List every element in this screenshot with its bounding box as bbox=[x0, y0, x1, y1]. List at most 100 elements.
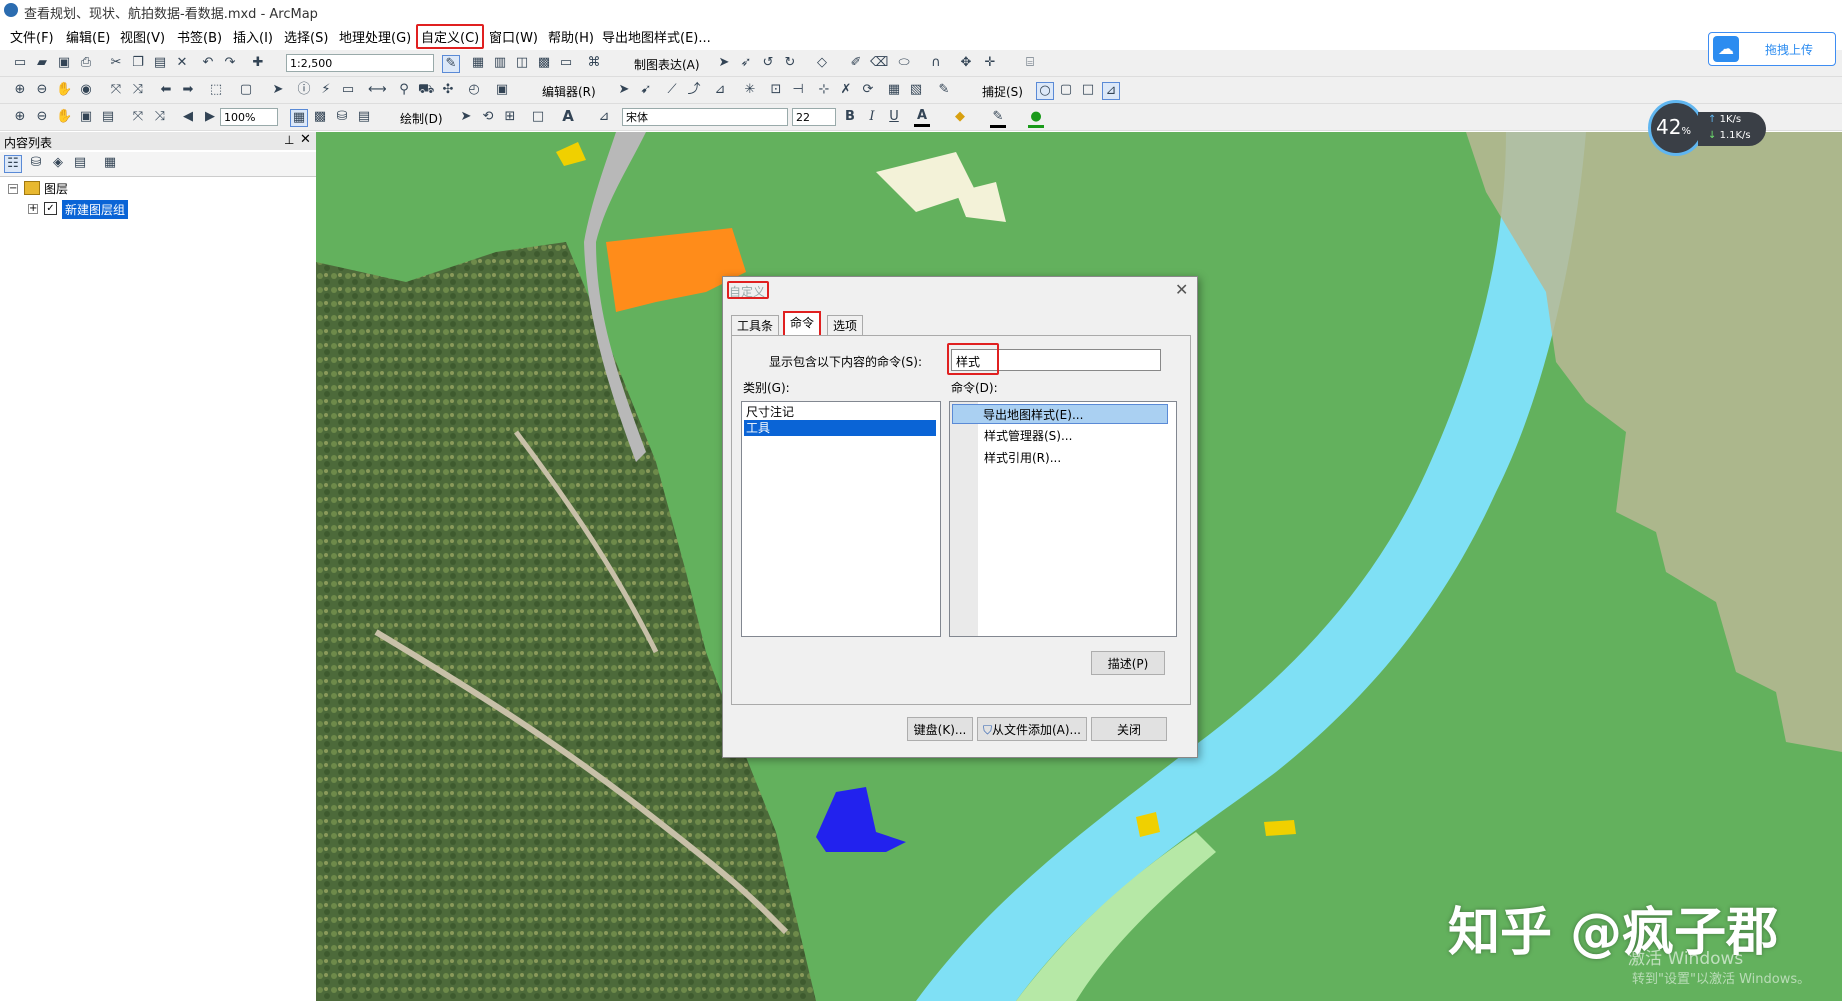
keyboard-button[interactable]: 键盘(K)... bbox=[907, 717, 973, 741]
print-icon[interactable]: ⎙ bbox=[78, 55, 94, 71]
menu-file[interactable]: 文件(F) bbox=[10, 27, 54, 46]
menu-insert[interactable]: 插入(I) bbox=[233, 27, 273, 46]
pin-icon[interactable]: ⊥ bbox=[284, 133, 294, 147]
move-representation-icon[interactable]: ✥ bbox=[958, 55, 974, 71]
list-by-selection-icon[interactable]: ▤ bbox=[72, 155, 88, 171]
describe-button[interactable]: 描述(P) bbox=[1091, 651, 1165, 675]
time-slider-icon[interactable]: ◴ bbox=[466, 82, 482, 98]
toc-group-label[interactable]: 新建图层组 bbox=[62, 200, 129, 219]
save-icon[interactable]: ▣ bbox=[56, 55, 72, 71]
toc-window-icon[interactable]: ▦ bbox=[470, 55, 486, 71]
menu-customize[interactable]: 自定义(C) bbox=[416, 24, 485, 49]
command-item[interactable]: 样式引用(R)... bbox=[982, 450, 1061, 466]
html-popup-icon[interactable]: ▭ bbox=[340, 82, 356, 98]
commands-list[interactable]: 导出地图样式(E)... 样式管理器(S)... 样式引用(R)... bbox=[949, 401, 1177, 637]
data-driven-pages-icon[interactable]: ▤ bbox=[356, 109, 372, 125]
font-combo[interactable]: 宋体 bbox=[622, 108, 788, 126]
menu-export-map-styles[interactable]: 导出地图样式(E)... bbox=[602, 27, 711, 46]
menu-help[interactable]: 帮助(H) bbox=[548, 27, 594, 46]
select-features-icon[interactable]: ⬚ bbox=[208, 82, 224, 98]
category-item[interactable]: 尺寸注记 bbox=[744, 404, 936, 420]
open-folder-icon[interactable]: ▰ bbox=[34, 55, 50, 71]
layer-visibility-checkbox[interactable]: ✓ bbox=[44, 202, 57, 215]
fill-color-icon[interactable]: ◆ bbox=[952, 109, 968, 125]
toc-close-icon[interactable]: ✕ bbox=[300, 132, 311, 147]
marker-color-icon[interactable]: ● bbox=[1028, 109, 1044, 128]
command-item-selected[interactable]: 导出地图样式(E)... bbox=[952, 404, 1168, 424]
edit-vertices-draw-icon[interactable]: ⊿ bbox=[596, 109, 612, 125]
category-item-selected[interactable]: 工具 bbox=[744, 420, 936, 436]
text-tool-icon[interactable]: A bbox=[560, 108, 576, 124]
draw-select-icon[interactable]: ➤ bbox=[458, 109, 474, 125]
viewer-window-icon[interactable]: ▣ bbox=[494, 82, 510, 98]
cut-icon[interactable]: ✂ bbox=[108, 55, 124, 71]
python-window-icon[interactable]: ▭ bbox=[558, 55, 574, 71]
layout-zoom-in-icon[interactable]: ⊕ bbox=[12, 109, 28, 125]
layout-fixed-in-icon[interactable]: ⤧ bbox=[130, 109, 146, 125]
toc-root-label[interactable]: 图层 bbox=[44, 180, 68, 197]
point-snap-icon[interactable]: ○ bbox=[1036, 82, 1054, 100]
new-document-icon[interactable]: ▭ bbox=[12, 55, 28, 71]
focus-data-frame-icon[interactable]: ▩ bbox=[312, 109, 328, 125]
back-extent-icon[interactable]: ⬅ bbox=[158, 82, 174, 98]
endpoint-arc-icon[interactable]: ⤴ bbox=[686, 82, 702, 98]
add-data-icon[interactable]: ✚ bbox=[250, 55, 266, 71]
tab-options[interactable]: 选项 bbox=[827, 315, 864, 336]
layout-forward-icon[interactable]: ▶ bbox=[202, 109, 218, 125]
line-color-icon[interactable]: ✎ bbox=[990, 109, 1006, 128]
cut-polygon-icon[interactable]: ⊹ bbox=[816, 82, 832, 98]
forward-extent-icon[interactable]: ➡ bbox=[180, 82, 196, 98]
rotate-element-icon[interactable]: ⟲ bbox=[480, 109, 496, 125]
measure-icon[interactable]: ⟷ bbox=[368, 82, 387, 98]
edit-vertices-icon[interactable]: ◇ bbox=[814, 55, 830, 71]
hyperlink-icon[interactable]: ⚡ bbox=[318, 82, 334, 98]
rotate-edit-icon[interactable]: ⟳ bbox=[860, 82, 876, 98]
font-color-icon[interactable]: A bbox=[914, 108, 930, 127]
tab-toolbars[interactable]: 工具条 bbox=[731, 315, 780, 336]
layout-zoom-out-icon[interactable]: ⊖ bbox=[34, 109, 50, 125]
goto-xy-icon[interactable]: ✣ bbox=[440, 82, 456, 98]
snapping-toolbar-label[interactable]: 捕捉(S) bbox=[982, 83, 1023, 100]
identify-icon[interactable]: ⓘ bbox=[296, 82, 312, 98]
undo-icon[interactable]: ↶ bbox=[200, 55, 216, 71]
menu-selection[interactable]: 选择(S) bbox=[284, 27, 328, 46]
lasso-icon[interactable]: ↺ bbox=[760, 55, 776, 71]
search-window-icon[interactable]: ◫ bbox=[514, 55, 530, 71]
sketch-properties-icon[interactable]: ▧ bbox=[908, 82, 924, 98]
copy-icon[interactable]: ❐ bbox=[130, 55, 146, 71]
font-size-combo[interactable]: 22 bbox=[792, 108, 836, 126]
zoom-whole-page-icon[interactable]: ▣ bbox=[78, 109, 94, 125]
toggle-draft-icon[interactable]: ▦ bbox=[290, 109, 308, 127]
end-snap-icon[interactable]: ▢ bbox=[1058, 82, 1074, 98]
fixed-zoom-in-icon[interactable]: ⤧ bbox=[108, 82, 124, 98]
close-button[interactable]: 关闭 bbox=[1091, 717, 1167, 741]
zoom-to-element-icon[interactable]: ⊞ bbox=[502, 109, 518, 125]
menu-edit[interactable]: 编辑(E) bbox=[66, 27, 110, 46]
curve-icon[interactable]: ∩ bbox=[928, 55, 944, 71]
expand-root-icon[interactable]: − bbox=[8, 184, 18, 194]
dialog-close-icon[interactable]: ✕ bbox=[1175, 280, 1188, 299]
rectangle-icon[interactable]: □ bbox=[530, 109, 546, 125]
select-tool-icon[interactable]: ➶ bbox=[738, 55, 754, 71]
straight-segment-icon[interactable]: ⟋ bbox=[664, 82, 680, 98]
toc-options-icon[interactable]: ▦ bbox=[102, 155, 118, 171]
clear-selection-icon[interactable]: ▢ bbox=[238, 82, 254, 98]
underline-button[interactable]: U bbox=[886, 109, 902, 125]
zoom-percent-combo[interactable]: 100% bbox=[220, 108, 278, 126]
bold-button[interactable]: B bbox=[842, 109, 858, 125]
reshape-feature-icon[interactable]: ⊣ bbox=[790, 82, 806, 98]
edit-annotation-icon[interactable]: ➹ bbox=[638, 82, 654, 98]
editor-toolbar-icon[interactable]: ✎ bbox=[442, 55, 460, 73]
model-builder-icon[interactable]: ⌘ bbox=[586, 55, 602, 71]
find-icon[interactable]: ⚲ bbox=[396, 82, 412, 98]
arctoolbox-icon[interactable]: ▩ bbox=[536, 55, 552, 71]
split-icon[interactable]: ✗ bbox=[838, 82, 854, 98]
edit-tool-icon[interactable]: ➤ bbox=[616, 82, 632, 98]
list-by-source-icon[interactable]: ⛁ bbox=[28, 155, 44, 171]
delete-icon[interactable]: ✕ bbox=[174, 55, 190, 71]
edit-vertices2-icon[interactable]: ⊡ bbox=[768, 82, 784, 98]
find-route-icon[interactable]: ⛟ bbox=[418, 82, 434, 98]
network-speed-widget[interactable]: 42% ↑ 1K/s ↓ 1.1K/s bbox=[1648, 100, 1766, 156]
category-list[interactable]: 尺寸注记 工具 bbox=[741, 401, 941, 637]
fixed-zoom-out-icon[interactable]: ⤨ bbox=[130, 82, 146, 98]
